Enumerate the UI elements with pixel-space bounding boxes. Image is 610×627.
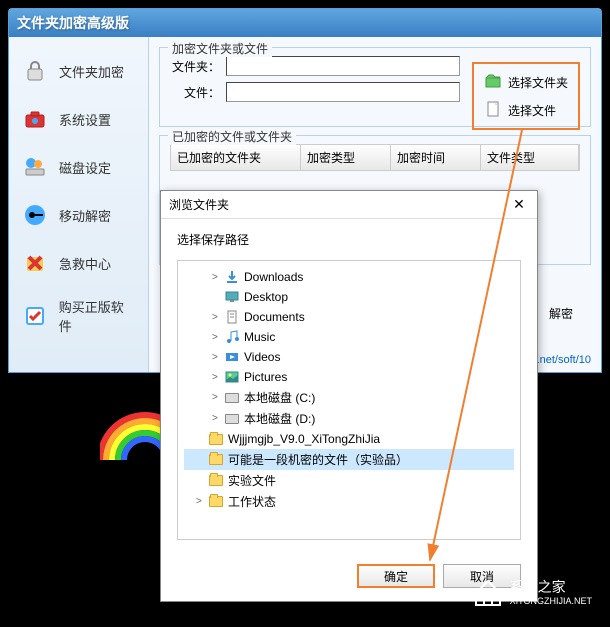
sidebar-item-rescue[interactable]: 急救中心 [9,239,148,287]
expand-arrow-icon[interactable]: > [212,413,224,424]
encrypt-fieldset: 加密文件夹或文件 文件夹： 文件： 选择文件夹 [159,47,591,127]
expand-arrow-icon[interactable]: > [212,332,224,343]
sidebar-label: 购买正版软件 [59,297,136,335]
video-icon [224,349,240,365]
column-header[interactable]: 加密类型 [301,145,391,170]
sidebar-label: 急救中心 [59,254,111,273]
tree-item-label: 本地磁盘 (C:) [244,389,315,406]
expand-arrow-icon[interactable]: > [212,392,224,403]
key-icon [21,201,49,229]
desktop-icon [224,289,240,305]
dialog-subtitle: 选择保存路径 [177,231,521,248]
music-icon [224,329,240,345]
disk-icon [21,153,49,181]
tree-item[interactable]: Wjjjmgjb_V9.0_XiTongZhiJia [184,429,514,449]
tree-item[interactable]: > Videos [184,347,514,367]
column-header[interactable]: 文件类型 [481,145,579,170]
tree-item-label: 工作状态 [228,493,276,510]
expand-arrow-icon[interactable]: > [212,372,224,383]
sidebar-item-buy[interactable]: 购买正版软件 [9,287,148,345]
expand-arrow-icon[interactable]: > [196,496,208,507]
tree-item-label: Documents [244,310,305,324]
tree-item[interactable]: 实验文件 [184,470,514,491]
tree-item[interactable]: > 本地磁盘 (C:) [184,387,514,408]
document-icon [224,309,240,325]
dialog-titlebar: 浏览文件夹 ✕ [161,191,537,219]
tree-item-label: Wjjjmgjb_V9.0_XiTongZhiJia [228,432,380,446]
watermark-brand: 系统之家 [510,579,592,596]
expand-arrow-icon[interactable]: > [212,312,224,323]
select-file-label: 选择文件 [508,102,556,119]
dialog-title: 浏览文件夹 [169,196,229,213]
browse-folder-dialog: 浏览文件夹 ✕ 选择保存路径 > Downloads Desktop > Documen… [160,190,538,602]
footer-link[interactable]: .net/soft/10 [537,354,591,366]
picture-icon [224,369,240,385]
select-folder-label: 选择文件夹 [508,74,568,91]
folder-icon [208,494,224,510]
sidebar-label: 移动解密 [59,206,111,225]
watermark: 系统之家 XITONGZHIJIA.NET [472,577,592,609]
expand-arrow-icon[interactable]: > [212,352,224,363]
file-label: 文件： [170,84,220,101]
fieldset-legend: 加密文件夹或文件 [168,40,272,57]
titlebar: 文件夹加密高级版 [9,9,601,37]
tree-item[interactable]: 可能是一段机密的文件（实验品） [184,449,514,470]
house-icon [472,577,504,609]
select-buttons-highlight: 选择文件夹 选择文件 [472,62,580,130]
column-header[interactable]: 加密时间 [391,145,481,170]
tree-item[interactable]: > Pictures [184,367,514,387]
fieldset-legend: 已加密的文件或文件夹 [168,128,296,145]
column-header[interactable]: 已加密的文件夹 [171,145,301,170]
cross-icon [21,249,49,277]
file-input[interactable] [226,82,460,102]
folder-select-icon [484,72,504,92]
check-icon [21,302,49,330]
tree-item[interactable]: > 工作状态 [184,491,514,512]
sidebar-label: 系统设置 [59,110,111,129]
sidebar-item-settings[interactable]: 系统设置 [9,95,148,143]
file-select-icon [484,100,504,120]
disk-icon [224,390,240,406]
sidebar-item-disk[interactable]: 磁盘设定 [9,143,148,191]
tree-item-label: 本地磁盘 (D:) [244,410,315,427]
decrypt-button[interactable]: 解密 [549,305,573,322]
table-header: 已加密的文件夹 加密类型 加密时间 文件类型 [170,144,580,171]
folder-icon [208,473,224,489]
folder-tree[interactable]: > Downloads Desktop > Documents > Music > Videos… [177,260,521,540]
sidebar: 文件夹加密 系统设置 磁盘设定 移动解密 急救中心 购买正版软件 [9,37,149,372]
toolbox-icon [21,105,49,133]
sidebar-label: 磁盘设定 [59,158,111,177]
folder-icon [208,431,224,447]
sidebar-item-encrypt[interactable]: 文件夹加密 [9,47,148,95]
tree-item-label: Pictures [244,370,287,384]
app-title: 文件夹加密高级版 [17,13,129,33]
tree-item-label: 实验文件 [228,472,276,489]
close-button[interactable]: ✕ [509,195,529,215]
sidebar-item-mobile[interactable]: 移动解密 [9,191,148,239]
ok-button[interactable]: 确定 [357,564,435,588]
tree-item[interactable]: Desktop [184,287,514,307]
sidebar-label: 文件夹加密 [59,62,124,81]
tree-item[interactable]: > Documents [184,307,514,327]
tree-item[interactable]: > Music [184,327,514,347]
tree-item-label: Music [244,330,275,344]
tree-item-label: Desktop [244,290,288,304]
disk-icon [224,411,240,427]
tree-item-label: 可能是一段机密的文件（实验品） [228,451,408,468]
tree-item-label: Downloads [244,270,303,284]
download-icon [224,269,240,285]
folder-label: 文件夹： [170,58,220,75]
lock-icon [21,57,49,85]
watermark-url: XITONGZHIJIA.NET [510,596,592,607]
folder-input[interactable] [226,56,460,76]
folder-icon [208,452,224,468]
select-file-button[interactable]: 选择文件 [478,96,574,124]
tree-item[interactable]: > 本地磁盘 (D:) [184,408,514,429]
tree-item-label: Videos [244,350,280,364]
select-folder-button[interactable]: 选择文件夹 [478,68,574,96]
expand-arrow-icon[interactable]: > [212,272,224,283]
tree-item[interactable]: > Downloads [184,267,514,287]
